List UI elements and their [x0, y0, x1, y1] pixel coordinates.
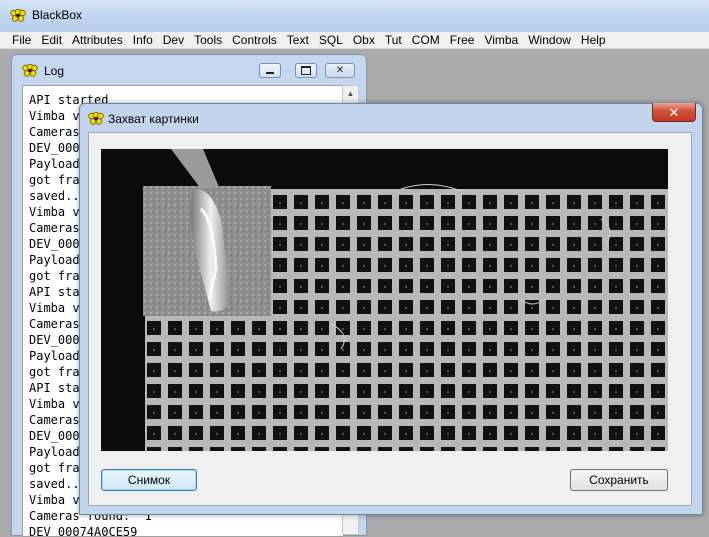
log-title-bar[interactable]: Log ✕	[12, 55, 366, 85]
menu-edit[interactable]: Edit	[41, 33, 62, 47]
menu-text[interactable]: Text	[287, 33, 309, 47]
menu-tools[interactable]: Tools	[194, 33, 222, 47]
menu-controls[interactable]: Controls	[232, 33, 277, 47]
camera-image	[101, 149, 668, 451]
bee-icon	[22, 64, 38, 77]
log-title: Log	[44, 64, 65, 78]
capture-title-bar[interactable]: Захват картинки ✕	[80, 103, 702, 132]
minimize-button[interactable]	[259, 63, 281, 78]
menu-dev[interactable]: Dev	[163, 33, 184, 47]
app-title: BlackBox	[32, 8, 83, 22]
scroll-up-arrow-icon[interactable]: ▲	[343, 86, 358, 101]
capture-title: Захват картинки	[108, 112, 199, 126]
menu-vimba[interactable]: Vimba	[484, 33, 518, 47]
minimize-icon	[266, 72, 274, 74]
bee-icon	[10, 9, 26, 22]
menu-com[interactable]: COM	[412, 33, 440, 47]
menu-file[interactable]: File	[12, 33, 31, 47]
restore-icon	[301, 66, 311, 75]
close-icon: ✕	[668, 104, 680, 120]
capture-close-button[interactable]: ✕	[652, 103, 696, 122]
log-line: DEV_00074A0CE59	[29, 525, 138, 537]
menu-info[interactable]: Info	[133, 33, 153, 47]
bee-icon	[88, 112, 104, 125]
menu-window[interactable]: Window	[528, 33, 571, 47]
restore-button[interactable]	[295, 63, 317, 78]
save-button-label: Сохранить	[589, 473, 649, 487]
snapshot-button[interactable]: Снимок	[101, 469, 197, 491]
menu-tut[interactable]: Tut	[385, 33, 402, 47]
menubar: File Edit Attributes Info Dev Tools Cont…	[0, 32, 709, 49]
log-close-button[interactable]: ✕	[325, 63, 355, 78]
save-button[interactable]: Сохранить	[570, 469, 668, 491]
capture-client-area: Снимок Сохранить	[88, 132, 692, 506]
snapshot-button-label: Снимок	[127, 473, 171, 487]
camera-frame	[101, 149, 668, 451]
menu-obx[interactable]: Obx	[353, 33, 375, 47]
capture-dialog[interactable]: Захват картинки ✕ Снимок Сохранить	[79, 103, 703, 515]
menu-sql[interactable]: SQL	[319, 33, 343, 47]
menu-free[interactable]: Free	[450, 33, 475, 47]
close-icon: ✕	[335, 64, 345, 76]
menu-attributes[interactable]: Attributes	[72, 33, 123, 47]
main-title-bar[interactable]: BlackBox	[0, 0, 709, 33]
menu-help[interactable]: Help	[581, 33, 606, 47]
